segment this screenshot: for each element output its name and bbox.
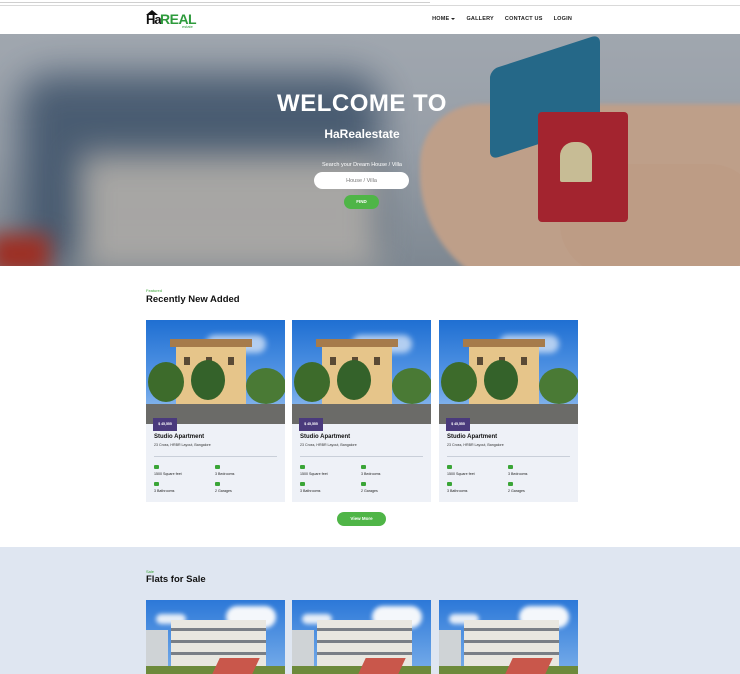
nav-item-contact-us[interactable]: Contact us bbox=[505, 16, 543, 22]
bath-icon bbox=[447, 482, 452, 486]
flat-card[interactable] bbox=[146, 600, 285, 674]
flat-balcony-line bbox=[464, 640, 559, 643]
flat-photo-playground bbox=[505, 658, 553, 674]
property-area: 1500 Square feet bbox=[300, 472, 328, 476]
property-card[interactable]: $ 45,555 Studio Apartment 23 Cross, HRBR… bbox=[292, 320, 431, 502]
bed-icon bbox=[361, 465, 366, 469]
property-bathrooms: 3 Bathrooms bbox=[300, 489, 321, 493]
area-icon bbox=[154, 465, 159, 469]
photo-tree bbox=[484, 360, 518, 400]
photo-tree bbox=[294, 362, 330, 402]
photo-roof bbox=[316, 339, 398, 347]
property-address: 23 Cross, HRBR Layout, Bangalore bbox=[447, 443, 504, 447]
find-button[interactable]: FIND bbox=[344, 195, 379, 209]
nav-item-gallery[interactable]: Gallery bbox=[466, 16, 493, 22]
hero-subtitle: HaRealestate bbox=[324, 127, 400, 141]
flat-card[interactable] bbox=[292, 600, 431, 674]
property-bedrooms: 3 Bedrooms bbox=[361, 472, 381, 476]
chevron-down-icon bbox=[451, 17, 456, 20]
photo-tree bbox=[441, 362, 477, 402]
main-nav: Home Gallery Contact us Login bbox=[421, 16, 572, 22]
hero-title: WELCOME TO bbox=[277, 90, 447, 117]
card-divider bbox=[447, 456, 570, 457]
photo-tree bbox=[337, 360, 371, 400]
bath-icon bbox=[300, 482, 305, 486]
hero-banner: WELCOME TO HaRealestate Search your Drea… bbox=[0, 34, 740, 266]
flat-balcony-line bbox=[464, 652, 559, 655]
view-more-button[interactable]: View More bbox=[337, 512, 386, 526]
area-icon bbox=[447, 465, 452, 469]
top-strip-line bbox=[0, 2, 430, 3]
property-card[interactable]: $ 45,555 Studio Apartment 23 Cross, HRBR… bbox=[439, 320, 578, 502]
nav-item-home[interactable]: Home bbox=[432, 16, 456, 22]
photo-window bbox=[374, 357, 380, 365]
flat-balcony-line bbox=[171, 628, 266, 631]
photo-tree bbox=[246, 368, 285, 404]
photo-window bbox=[521, 357, 527, 365]
bed-icon bbox=[215, 465, 220, 469]
price-badge: $ 45,555 bbox=[153, 418, 177, 431]
property-bedrooms: 3 Bedrooms bbox=[508, 472, 528, 476]
photo-window bbox=[330, 357, 336, 365]
property-address: 23 Cross, HRBR Layout, Bangalore bbox=[300, 443, 357, 447]
photo-window bbox=[477, 357, 483, 365]
flat-balcony-line bbox=[464, 628, 559, 631]
flat-balcony-line bbox=[317, 652, 412, 655]
photo-tree bbox=[191, 360, 225, 400]
navbar: Ha REAL estate Home Gallery Contact us L… bbox=[0, 6, 740, 34]
property-area: 1500 Square feet bbox=[447, 472, 475, 476]
property-card[interactable]: $ 45,555 Studio Apartment 23 Cross, HRBR… bbox=[146, 320, 285, 502]
property-bathrooms: 3 Bathrooms bbox=[154, 489, 175, 493]
flat-card[interactable] bbox=[439, 600, 578, 674]
property-title[interactable]: Studio Apartment bbox=[300, 434, 350, 440]
flat-photo-playground bbox=[358, 658, 406, 674]
property-photo bbox=[146, 320, 285, 424]
flat-balcony-line bbox=[317, 640, 412, 643]
car-icon bbox=[215, 482, 220, 486]
hero-overlay bbox=[0, 34, 740, 266]
property-photo bbox=[439, 320, 578, 424]
photo-roof bbox=[170, 339, 252, 347]
search-input[interactable] bbox=[314, 172, 409, 189]
logo-sub: estate bbox=[182, 24, 193, 29]
car-icon bbox=[508, 482, 513, 486]
flats-section-title: Flats for Sale bbox=[146, 574, 206, 585]
photo-tree bbox=[539, 368, 578, 404]
bed-icon bbox=[508, 465, 513, 469]
car-icon bbox=[361, 482, 366, 486]
property-title[interactable]: Studio Apartment bbox=[447, 434, 497, 440]
logo-ha: Ha bbox=[146, 12, 162, 27]
property-photo bbox=[292, 320, 431, 424]
flat-balcony-line bbox=[317, 628, 412, 631]
property-garages: 2 Garages bbox=[508, 489, 525, 493]
property-bathrooms: 3 Bathrooms bbox=[447, 489, 468, 493]
property-garages: 2 Garages bbox=[215, 489, 232, 493]
property-garages: 2 Garages bbox=[361, 489, 378, 493]
photo-tree bbox=[392, 368, 431, 404]
property-address: 23 Cross, HRBR Layout, Bangalore bbox=[154, 443, 211, 447]
photo-window bbox=[184, 357, 190, 365]
photo-window bbox=[228, 357, 234, 365]
card-divider bbox=[154, 456, 277, 457]
property-bedrooms: 3 Bedrooms bbox=[215, 472, 235, 476]
area-icon bbox=[300, 465, 305, 469]
flat-balcony-line bbox=[171, 640, 266, 643]
nav-item-login[interactable]: Login bbox=[554, 16, 572, 22]
photo-roof bbox=[463, 339, 545, 347]
property-title[interactable]: Studio Apartment bbox=[154, 434, 204, 440]
card-divider bbox=[300, 456, 423, 457]
flat-photo-playground bbox=[212, 658, 260, 674]
search-label: Search your Dream House / Villa bbox=[322, 162, 402, 168]
bath-icon bbox=[154, 482, 159, 486]
site-logo[interactable]: Ha REAL estate bbox=[146, 10, 198, 30]
flat-balcony-line bbox=[171, 652, 266, 655]
recent-eyebrow: Featured bbox=[146, 288, 163, 293]
nav-item-home-label: Home bbox=[432, 16, 450, 22]
recent-section-title: Recently New Added bbox=[146, 294, 240, 305]
price-badge: $ 45,555 bbox=[299, 418, 323, 431]
price-badge: $ 45,555 bbox=[446, 418, 470, 431]
photo-tree bbox=[148, 362, 184, 402]
property-area: 1500 Square feet bbox=[154, 472, 182, 476]
